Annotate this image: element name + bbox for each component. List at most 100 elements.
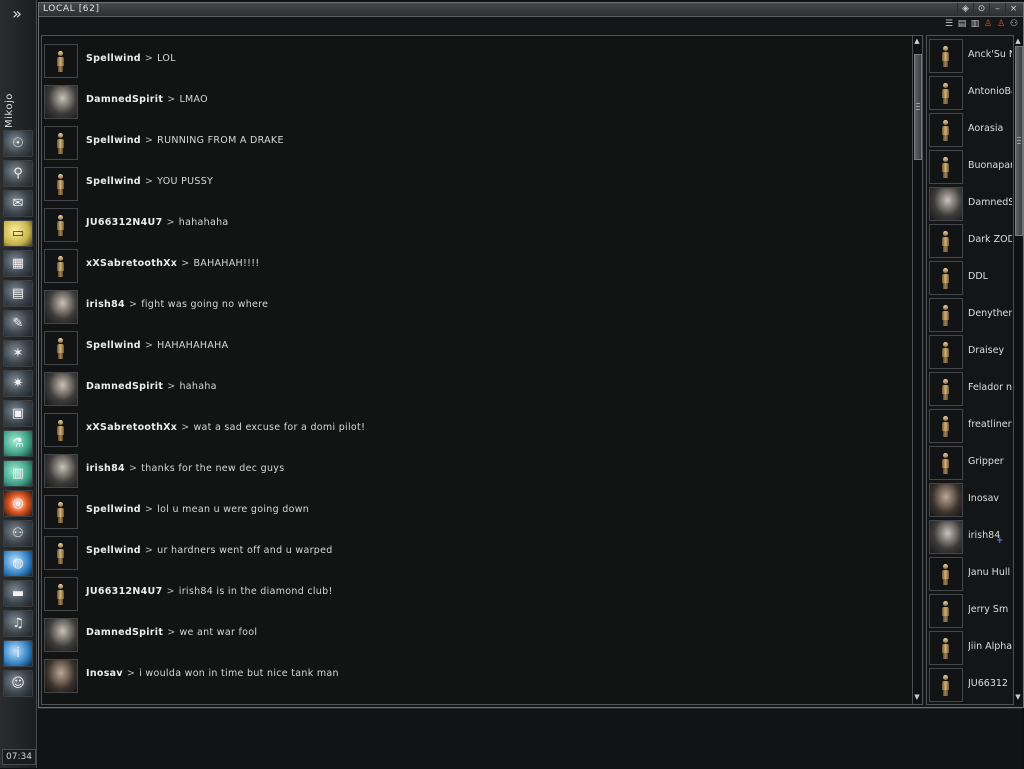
minimize-icon[interactable]: – <box>989 3 1005 15</box>
message-sender[interactable]: Spellwind <box>86 504 141 515</box>
message-sender[interactable]: Spellwind <box>86 53 141 64</box>
member-list-item[interactable]: JU66312 <box>928 667 1012 703</box>
member-list-item[interactable]: DDL <box>928 260 1012 296</box>
scroll-down-icon[interactable]: ▼ <box>913 692 921 702</box>
member-list-item[interactable]: Felador n <box>928 371 1012 407</box>
member-list-item[interactable]: Jerry Sm <box>928 593 1012 629</box>
expand-neocom-icon[interactable]: » <box>0 3 34 25</box>
member-list-item[interactable]: Janu Hull <box>928 556 1012 592</box>
silhouette-portrait-icon[interactable] <box>929 446 963 480</box>
member-scrollbar[interactable]: ▲ ▼ <box>1013 36 1023 704</box>
member-list-item[interactable]: Dark ZOD <box>928 223 1012 259</box>
member-list-item[interactable]: Inosav <box>928 482 1012 518</box>
hide-members-icon[interactable]: ♙ <box>983 19 993 29</box>
message-sender[interactable]: Inosav <box>86 668 123 679</box>
character-sheet-icon[interactable]: ☉ <box>3 130 33 157</box>
silhouette-portrait-icon[interactable] <box>929 631 963 665</box>
pilot-portrait[interactable] <box>44 659 78 693</box>
message-pane[interactable]: Spellwind > LOL DamnedSpirit > LMAO Spellwind >… <box>41 35 923 705</box>
chat-channels-icon[interactable]: ⚇ <box>3 520 33 547</box>
member-list-item[interactable]: irish84 + <box>928 519 1012 555</box>
silhouette-portrait-icon[interactable] <box>44 536 78 570</box>
browser-icon[interactable]: ◍ <box>3 550 33 577</box>
message-sender[interactable]: Spellwind <box>86 340 141 351</box>
message-scrollbar[interactable]: ▲ ▼ <box>912 36 922 704</box>
member-list-item[interactable]: Draisey <box>928 334 1012 370</box>
pilot-portrait[interactable] <box>44 290 78 324</box>
mail-icon[interactable]: ✉ <box>3 190 33 217</box>
message-sender[interactable]: irish84 <box>86 299 125 310</box>
pilot-portrait[interactable] <box>44 372 78 406</box>
message-sender[interactable]: DamnedSpirit <box>86 627 163 638</box>
journal-icon[interactable]: ▬ <box>3 580 33 607</box>
member-list-item[interactable]: AntonioBa <box>928 75 1012 111</box>
help-lifebuoy-icon[interactable]: ◎ <box>3 490 33 517</box>
pilot-portrait[interactable] <box>44 454 78 488</box>
silhouette-portrait-icon[interactable] <box>44 249 78 283</box>
member-list-item[interactable]: Anck'Su N <box>928 38 1012 74</box>
member-list-item[interactable]: Aorasia <box>928 112 1012 148</box>
pilot-portrait[interactable] <box>929 187 963 221</box>
silhouette-portrait-icon[interactable] <box>929 335 963 369</box>
silhouette-portrait-icon[interactable] <box>44 44 78 78</box>
member-list-item[interactable]: Jiin Alpha <box>928 630 1012 666</box>
notepad-icon[interactable]: ▭ <box>3 220 33 247</box>
pilot-portrait[interactable] <box>929 483 963 517</box>
message-sender[interactable]: JU66312N4U7 <box>86 586 162 597</box>
silhouette-portrait-icon[interactable] <box>929 224 963 258</box>
close-icon[interactable]: × <box>1005 3 1021 15</box>
portrait-view-icon[interactable]: ▥ <box>970 19 980 29</box>
channel-people-icon[interactable]: ⚇ <box>1009 19 1019 29</box>
member-list-item[interactable]: DamnedSp <box>928 186 1012 222</box>
scroll-down-icon[interactable]: ▼ <box>1014 692 1022 702</box>
member-list-item[interactable]: freatliner <box>928 408 1012 444</box>
starmap-icon[interactable]: ✷ <box>3 370 33 397</box>
map-icon[interactable]: ✶ <box>3 340 33 367</box>
show-members-icon[interactable]: ♙ <box>996 19 1006 29</box>
message-sender[interactable]: Spellwind <box>86 545 141 556</box>
calculator-icon[interactable]: ▥ <box>3 460 33 487</box>
people-places-icon[interactable]: ⚲ <box>3 160 33 187</box>
pilot-portrait[interactable] <box>929 520 963 554</box>
message-sender[interactable]: irish84 <box>86 463 125 474</box>
mask-logoff-icon[interactable]: ☺ <box>3 670 33 697</box>
scroll-thumb[interactable] <box>1015 46 1023 236</box>
cargo-icon[interactable]: ▣ <box>3 400 33 427</box>
audio-icon[interactable]: ♫ <box>3 610 33 637</box>
silhouette-portrait-icon[interactable] <box>929 298 963 332</box>
silhouette-portrait-icon[interactable] <box>929 39 963 73</box>
silhouette-portrait-icon[interactable] <box>44 331 78 365</box>
silhouette-portrait-icon[interactable] <box>44 126 78 160</box>
message-sender[interactable]: JU66312N4U7 <box>86 217 162 228</box>
silhouette-portrait-icon[interactable] <box>929 113 963 147</box>
silhouette-portrait-icon[interactable] <box>44 495 78 529</box>
silhouette-portrait-icon[interactable] <box>44 577 78 611</box>
pin-icon[interactable]: ◈ <box>957 3 973 15</box>
silhouette-portrait-icon[interactable] <box>929 557 963 591</box>
member-list[interactable]: Anck'Su N AntonioBa Aorasia Buonapart Damned… <box>926 35 1014 705</box>
list-view-icon[interactable]: ☰ <box>944 19 954 29</box>
silhouette-portrait-icon[interactable] <box>929 372 963 406</box>
message-sender[interactable]: DamnedSpirit <box>86 381 163 392</box>
info-icon[interactable]: i <box>3 640 33 667</box>
member-list-item[interactable]: Gripper <box>928 445 1012 481</box>
science-industry-icon[interactable]: ⚗ <box>3 430 33 457</box>
detail-view-icon[interactable]: ▤ <box>957 19 967 29</box>
silhouette-portrait-icon[interactable] <box>929 409 963 443</box>
silhouette-portrait-icon[interactable] <box>929 594 963 628</box>
message-sender[interactable]: DamnedSpirit <box>86 94 163 105</box>
contracts-icon[interactable]: ✎ <box>3 310 33 337</box>
message-sender[interactable]: xXSabretoothXx <box>86 422 177 433</box>
silhouette-portrait-icon[interactable] <box>929 76 963 110</box>
market-icon[interactable]: ▤ <box>3 280 33 307</box>
silhouette-portrait-icon[interactable] <box>44 413 78 447</box>
silhouette-portrait-icon[interactable] <box>44 167 78 201</box>
options-icon[interactable]: ⊙ <box>973 3 989 15</box>
silhouette-portrait-icon[interactable] <box>929 261 963 295</box>
message-sender[interactable]: xXSabretoothXx <box>86 258 177 269</box>
pilot-portrait[interactable] <box>44 618 78 652</box>
member-list-item[interactable]: Denythen <box>928 297 1012 333</box>
silhouette-portrait-icon[interactable] <box>44 208 78 242</box>
silhouette-portrait-icon[interactable] <box>929 668 963 702</box>
scroll-up-icon[interactable]: ▲ <box>1014 36 1022 46</box>
